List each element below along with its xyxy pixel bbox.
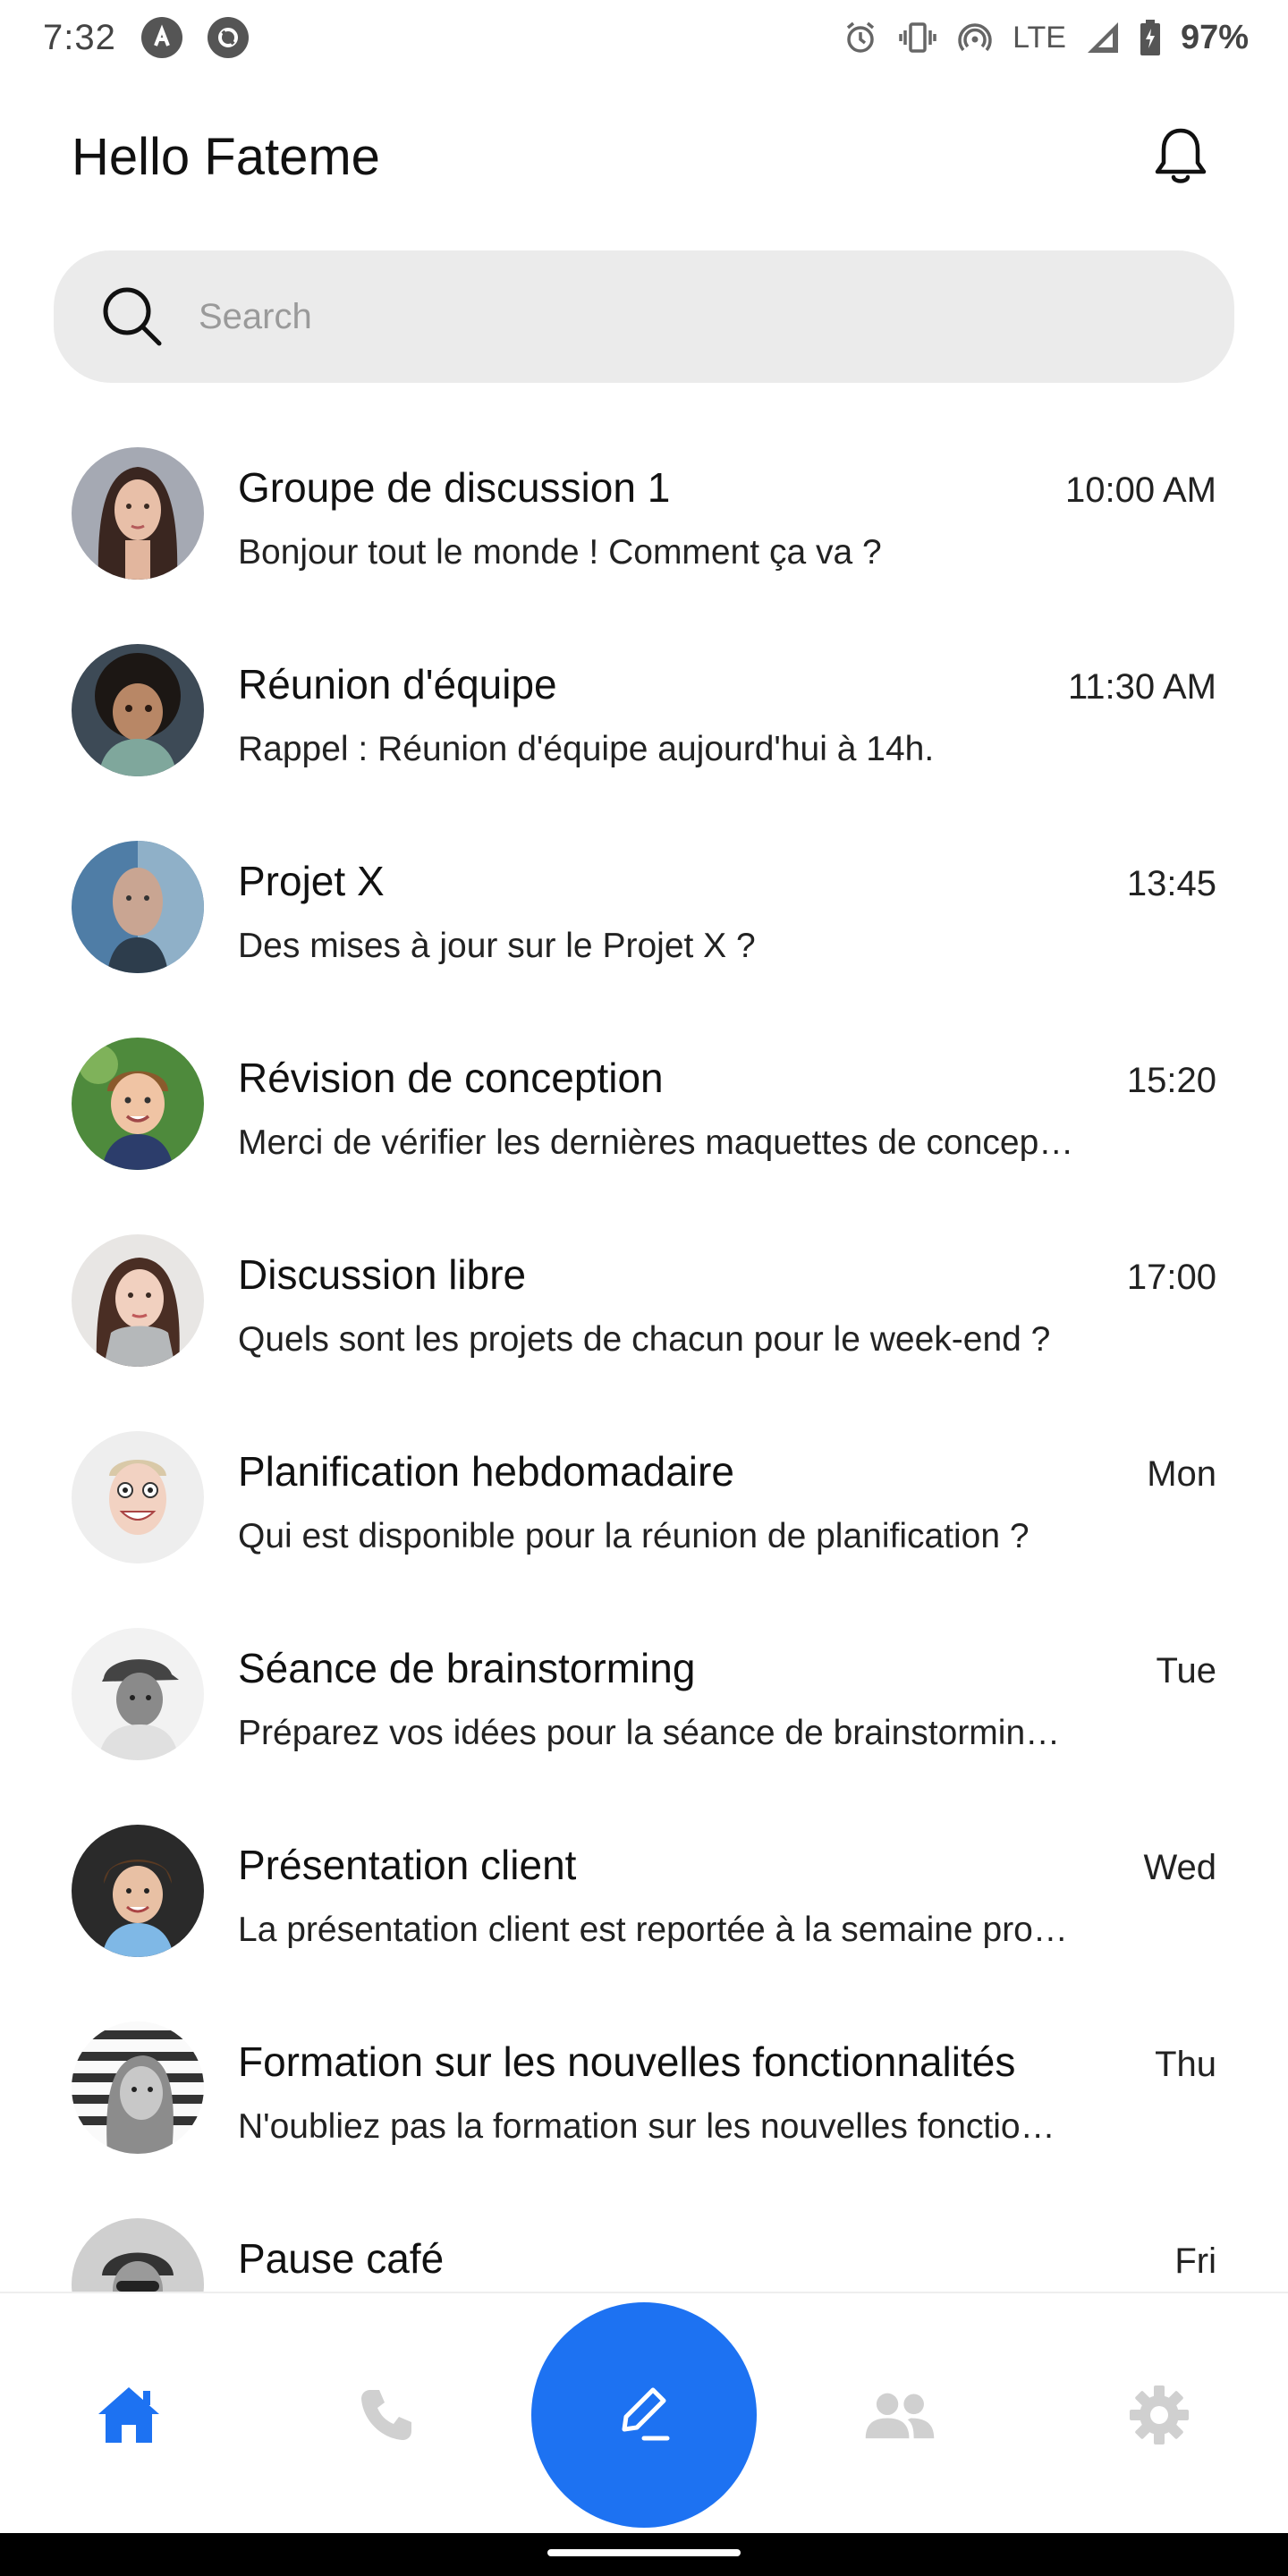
status-time: 7:32 (43, 17, 116, 57)
nav-settings-button[interactable] (1123, 2379, 1195, 2451)
chat-title: Présentation client (238, 1842, 577, 1888)
chat-time: 15:20 (1126, 1061, 1216, 1100)
bottom-nav (0, 2292, 1288, 2533)
avatar (72, 1628, 204, 1760)
chat-title: Discussion libre (238, 1251, 527, 1298)
chat-title: Planification hebdomadaire (238, 1448, 734, 1495)
chat-list-item[interactable]: Révision de conception 15:20 Merci de vér… (0, 1018, 1288, 1215)
chat-preview: N'oubliez pas la formation sur les nouve… (238, 2107, 1055, 2146)
chat-title: Révision de conception (238, 1055, 664, 1101)
chat-time: Thu (1155, 2045, 1216, 2084)
avatar (72, 1234, 204, 1367)
chat-time: Tue (1156, 1651, 1216, 1690)
system-nav-bar (0, 2533, 1288, 2576)
battery-level: 97% (1180, 18, 1249, 56)
nav-contacts-button[interactable] (864, 2379, 936, 2451)
chat-body: Groupe de discussion 1 10:00 AM Bonjour t… (238, 447, 1216, 572)
chat-list-item[interactable]: Pause café Fri (0, 2199, 1288, 2292)
chat-list-item[interactable]: Réunion d'équipe 11:30 AM Rappel : Réunio… (0, 624, 1288, 821)
chat-list-item[interactable]: Projet X 13:45 Des mises à jour sur le Pr… (0, 821, 1288, 1018)
avatar (72, 841, 204, 973)
chat-preview: Rappel : Réunion d'équipe aujourd'hui à … (238, 730, 935, 768)
avatar (72, 2021, 204, 2154)
chat-time: 17:00 (1126, 1258, 1216, 1297)
chat-title: Réunion d'équipe (238, 661, 557, 708)
chat-time: 10:00 AM (1064, 470, 1216, 510)
chat-preview: Préparez vos idées pour la séance de bra… (238, 1714, 1061, 1752)
chat-body: Pause café Fri (238, 2218, 1216, 2292)
page-title: Hello Fateme (72, 127, 380, 186)
phone-icon (361, 2390, 411, 2440)
nav-home-button[interactable] (93, 2379, 165, 2451)
network-type: LTE (1013, 20, 1066, 55)
bell-icon (1155, 128, 1207, 183)
chat-body: Discussion libre 17:00 Quels sont les pro… (238, 1234, 1216, 1360)
avatar (72, 644, 204, 776)
chat-list-item[interactable]: Discussion libre 17:00 Quels sont les pro… (0, 1215, 1288, 1411)
status-right: LTE 97% (843, 19, 1249, 57)
chat-time: 13:45 (1126, 864, 1216, 903)
chat-time: Fri (1174, 2241, 1216, 2281)
chat-body: Séance de brainstorming Tue Préparez vos … (238, 1628, 1216, 1753)
chat-list-item[interactable]: Présentation client Wed La présentation c… (0, 1805, 1288, 2002)
chat-preview: Merci de vérifier les dernières maquette… (238, 1123, 1074, 1162)
compose-button[interactable] (531, 2302, 757, 2528)
signal-icon (1087, 22, 1118, 53)
search-bar[interactable] (54, 250, 1234, 383)
chat-time: 11:30 AM (1067, 667, 1216, 707)
notifications-button[interactable] (1145, 121, 1216, 192)
chat-title: Groupe de discussion 1 (238, 464, 671, 511)
avatar (72, 1431, 204, 1563)
chat-title: Formation sur les nouvelles fonctionnali… (238, 2038, 1016, 2085)
chat-preview: Qui est disponible pour la réunion de pl… (238, 1517, 1030, 1555)
chat-time: Mon (1147, 1454, 1216, 1494)
sync-notification-icon (207, 17, 249, 58)
nav-calls-button[interactable] (351, 2379, 422, 2451)
chat-body: Présentation client Wed La présentation c… (238, 1825, 1216, 1950)
chat-body: Formation sur les nouvelles fonctionnali… (238, 2021, 1216, 2147)
chat-list-item[interactable]: Planification hebdomadaire Mon Qui est di… (0, 1411, 1288, 1608)
header: Hello Fateme (72, 107, 1216, 206)
chat-preview: Des mises à jour sur le Projet X ? (238, 927, 756, 965)
avatar (72, 2218, 204, 2292)
status-bar: 7:32 LTE 97% (0, 0, 1288, 75)
chat-title: Pause café (238, 2235, 445, 2282)
settings-icon (1130, 2385, 1189, 2445)
home-gesture-handle[interactable] (547, 2549, 741, 2556)
chat-list: Groupe de discussion 1 10:00 AM Bonjour t… (0, 428, 1288, 2292)
search-input[interactable] (199, 296, 1093, 337)
chat-title: Séance de brainstorming (238, 1645, 696, 1691)
chat-preview: La présentation client est reportée à la… (238, 1911, 1068, 1949)
chat-list-item[interactable]: Groupe de discussion 1 10:00 AM Bonjour t… (0, 428, 1288, 624)
chat-time: Wed (1143, 1848, 1216, 1887)
compose-icon (622, 2387, 670, 2441)
alarm-icon (846, 21, 875, 53)
status-left: 7:32 (43, 17, 249, 58)
chat-title: Projet X (238, 858, 385, 904)
vibrate-icon (899, 22, 936, 53)
chat-body: Planification hebdomadaire Mon Qui est di… (238, 1431, 1216, 1556)
app-notification-icon (140, 17, 182, 58)
chat-body: Projet X 13:45 Des mises à jour sur le Pr… (238, 841, 1216, 966)
avatar (72, 447, 204, 580)
chat-preview: Bonjour tout le monde ! Comment ça va ? (238, 533, 882, 572)
avatar (72, 1038, 204, 1170)
battery-icon (1140, 20, 1160, 55)
avatar (72, 1825, 204, 1957)
chat-list-item[interactable]: Séance de brainstorming Tue Préparez vos … (0, 1608, 1288, 1805)
people-icon (865, 2393, 935, 2439)
home-icon (98, 2387, 159, 2443)
hotspot-icon (958, 23, 992, 52)
chat-preview: Quels sont les projets de chacun pour le… (238, 1320, 1051, 1359)
chat-body: Réunion d'équipe 11:30 AM Rappel : Réunio… (238, 644, 1216, 769)
chat-body: Révision de conception 15:20 Merci de vér… (238, 1038, 1216, 1163)
chat-list-item[interactable]: Formation sur les nouvelles fonctionnali… (0, 2002, 1288, 2199)
search-icon (103, 287, 162, 346)
